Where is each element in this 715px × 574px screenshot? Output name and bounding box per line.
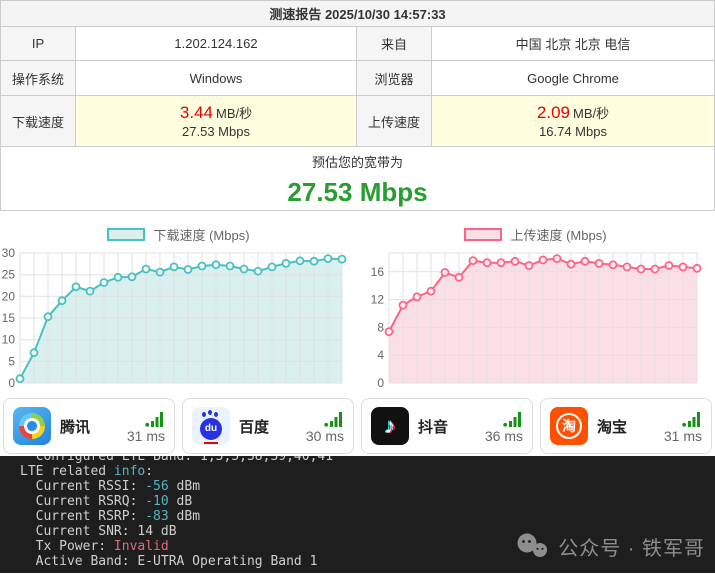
download-mb-unit: MB/秒: [216, 106, 252, 121]
download-value-cell: 3.44MB/秒 27.53 Mbps: [76, 96, 357, 147]
ip-label: IP: [1, 27, 76, 61]
browser-label: 浏览器: [357, 61, 432, 96]
latency-value: 31 ms: [127, 428, 165, 444]
estimate-banner: 预估您的宽带为 27.53 Mbps: [1, 147, 715, 211]
taobao-logo-icon: 淘: [550, 407, 588, 445]
upload-value-cell: 2.09MB/秒 16.74 Mbps: [432, 96, 715, 147]
ping-site-name: 抖音: [418, 416, 448, 437]
table-row: 操作系统 Windows 浏览器 Google Chrome: [1, 61, 715, 96]
latency-value: 31 ms: [664, 428, 702, 444]
wechat-icon: [516, 533, 550, 561]
svg-text:20: 20: [2, 289, 16, 303]
latency-block: 31 ms: [127, 409, 165, 444]
upload-mb-unit: MB/秒: [573, 106, 609, 121]
ping-card-taobao: 淘 淘宝 31 ms: [540, 398, 712, 454]
download-label: 下载速度: [1, 96, 76, 147]
svg-text:16: 16: [371, 265, 385, 279]
browser-value: Google Chrome: [432, 61, 715, 96]
estimate-caption: 预估您的宽带为: [1, 152, 714, 171]
os-value: Windows: [76, 61, 357, 96]
legend-label: 下载速度 (Mbps): [153, 225, 249, 244]
svg-text:0: 0: [8, 376, 15, 389]
upload-chart-plot: 0 4 8 12 16: [357, 247, 705, 389]
svg-text:25: 25: [2, 268, 16, 282]
estimate-value: 27.53 Mbps: [1, 177, 714, 208]
table-row: 预估您的宽带为 27.53 Mbps: [1, 147, 715, 211]
terminal-line: LTE related info:: [20, 464, 715, 479]
report-title: 测速报告 2025/10/30 14:57:33: [269, 7, 445, 22]
terminal-line: Current RSRQ: -10 dB: [20, 494, 715, 509]
upload-chart: 上传速度 (Mbps) 0 4 8 12 16: [357, 211, 714, 395]
os-label: 操作系统: [1, 61, 76, 96]
latency-value: 36 ms: [485, 428, 523, 444]
signal-bars-icon: [324, 409, 344, 427]
terminal-line: Current RSRP: -83 dBm: [20, 509, 715, 524]
latency-block: 30 ms: [306, 409, 344, 444]
signal-bars-icon: [145, 409, 165, 427]
svg-text:10: 10: [2, 333, 16, 347]
charts-section: 下载速度 (Mbps) 0 5 10 15 20 25 30 上传速度 (Mbps) 0 4 8…: [0, 211, 715, 395]
svg-text:4: 4: [377, 348, 384, 362]
legend-label: 上传速度 (Mbps): [510, 225, 606, 244]
latency-block: 36 ms: [485, 409, 523, 444]
download-mbps-value: 27.53 Mbps: [76, 124, 356, 139]
svg-text:15: 15: [2, 311, 16, 325]
ping-site-name: 淘宝: [597, 416, 627, 437]
ping-card-tencent: 腾讯 31 ms: [3, 398, 175, 454]
latency-block: 31 ms: [664, 409, 702, 444]
info-table: IP 1.202.124.162 来自 中国 北京 北京 电信 操作系统 Win…: [0, 26, 715, 211]
watermark: 公众号 · 铁军哥: [516, 532, 705, 561]
svg-text:5: 5: [8, 354, 15, 368]
origin-value: 中国 北京 北京 电信: [432, 27, 715, 61]
download-chart: 下载速度 (Mbps) 0 5 10 15 20 25 30: [0, 211, 357, 395]
svg-text:0: 0: [377, 376, 384, 389]
origin-label: 来自: [357, 27, 432, 61]
download-mb-value: 3.44: [180, 103, 213, 122]
douyin-logo-icon: ♪: [371, 407, 409, 445]
svg-text:12: 12: [371, 293, 385, 307]
table-row: IP 1.202.124.162 来自 中国 北京 北京 电信: [1, 27, 715, 61]
ping-site-name: 百度: [239, 416, 269, 437]
legend-swatch-icon: [107, 228, 145, 241]
download-chart-plot: 0 5 10 15 20 25 30: [0, 247, 350, 389]
tencent-logo-icon: [13, 407, 51, 445]
terminal-line: Current RSSI: -56 dBm: [20, 479, 715, 494]
ping-card-baidu: du 百度 30 ms: [182, 398, 354, 454]
ping-cards-row: 腾讯 31 ms du 百度 30: [0, 395, 715, 456]
signal-bars-icon: [682, 409, 702, 427]
upload-chart-legend: 上传速度 (Mbps): [357, 223, 714, 245]
table-row: 下载速度 3.44MB/秒 27.53 Mbps 上传速度 2.09MB/秒 1…: [1, 96, 715, 147]
terminal-line: configured LTE Band: 1,3,5,38,39,40,41: [20, 456, 715, 464]
download-chart-legend: 下载速度 (Mbps): [0, 223, 357, 245]
report-title-bar: 测速报告 2025/10/30 14:57:33: [0, 0, 715, 27]
ping-site-name: 腾讯: [60, 416, 90, 437]
upload-mbps-value: 16.74 Mbps: [432, 124, 714, 139]
baidu-logo-icon: du: [192, 407, 230, 445]
watermark-text: 公众号 · 铁军哥: [558, 532, 705, 561]
speedtest-report-page: 测速报告 2025/10/30 14:57:33 IP 1.202.124.16…: [0, 0, 715, 574]
svg-text:8: 8: [377, 320, 384, 334]
legend-swatch-icon: [464, 228, 502, 241]
svg-text:30: 30: [2, 247, 16, 260]
latency-value: 30 ms: [306, 428, 344, 444]
terminal-log[interactable]: configured LTE Band: 1,3,5,38,39,40,41LT…: [0, 456, 715, 573]
upload-label: 上传速度: [357, 96, 432, 147]
ping-card-douyin: ♪ 抖音 36 ms: [361, 398, 533, 454]
ip-value: 1.202.124.162: [76, 27, 357, 61]
signal-bars-icon: [503, 409, 523, 427]
upload-mb-value: 2.09: [537, 103, 570, 122]
